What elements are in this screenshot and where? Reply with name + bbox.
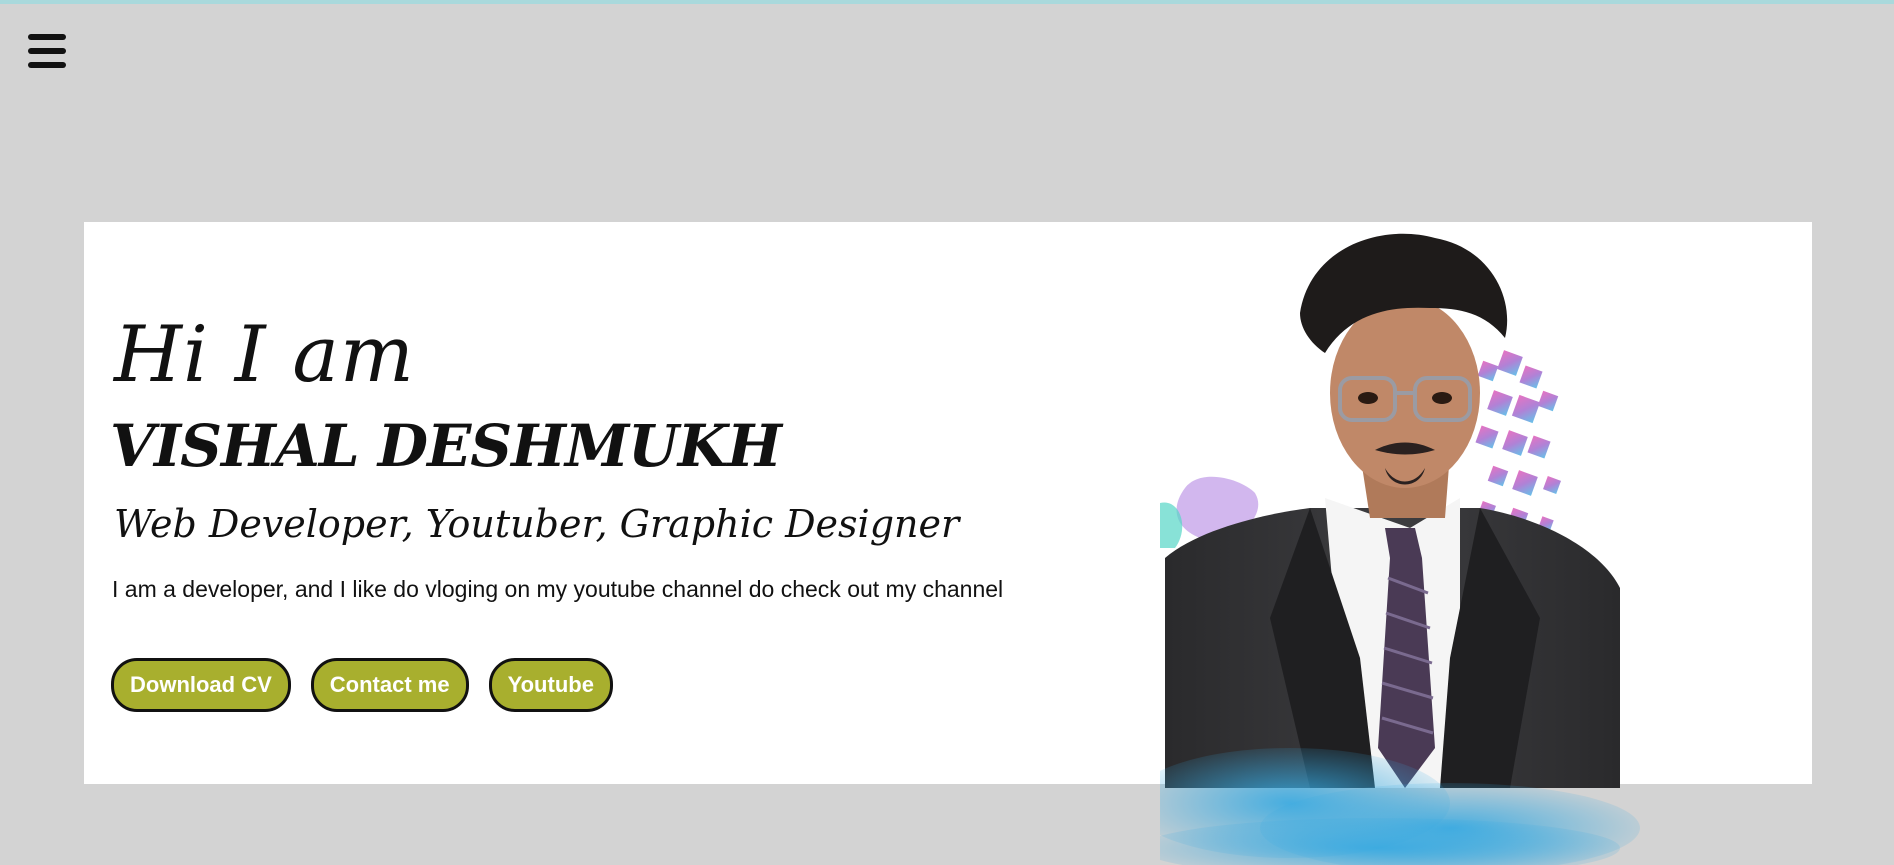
roles-text: Web Developer, Youtuber, Graphic Designe… [114,502,960,546]
download-cv-button[interactable]: Download CV [111,658,291,712]
greeting-text: Hi I am [114,310,415,400]
action-buttons: Download CV Contact me Youtube [111,658,613,712]
person-name: VISHAL DESHMUKH [110,412,782,480]
youtube-button[interactable]: Youtube [488,658,613,712]
hamburger-menu-icon[interactable] [28,34,66,68]
contact-me-button[interactable]: Contact me [310,658,469,712]
profile-portrait-image [1160,233,1640,865]
intro-text: I am a developer, and I like do vloging … [112,576,1004,602]
top-accent-line [0,0,1894,4]
